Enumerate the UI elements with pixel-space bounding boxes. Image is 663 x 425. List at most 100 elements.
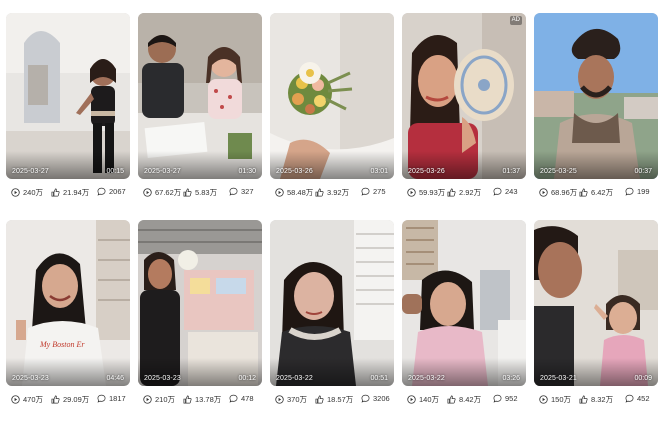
video-duration: 00:12 <box>238 375 256 382</box>
video-thumbnail[interactable]: 2025-03-22 00:51 <box>270 220 394 386</box>
video-date: 2025-03-23 <box>144 375 181 382</box>
comment-count: 452 <box>625 394 650 403</box>
comment-bubble-icon <box>625 187 634 196</box>
video-stats: 470万 29.09万 1817 <box>6 390 130 410</box>
like-count: 5.83万 <box>183 187 217 198</box>
video-date: 2025-03-27 <box>12 168 49 175</box>
video-duration: 03:26 <box>502 375 520 382</box>
play-count: 210万 <box>143 394 175 405</box>
video-grid: 2025-03-27 00:15 240万 21.94万 2067 2025-0… <box>0 0 663 425</box>
thumbs-up-icon <box>315 395 324 404</box>
thumbs-up-icon <box>315 188 324 197</box>
thumbs-up-icon <box>447 395 456 404</box>
video-stats: 59.93万 2.92万 243 <box>402 183 526 203</box>
video-thumbnail[interactable]: My Boston Er 2025-03-23 04:46 <box>6 220 130 386</box>
play-count: 470万 <box>11 394 43 405</box>
video-thumbnail[interactable]: 2025-03-21 00:09 <box>534 220 658 386</box>
play-count: 58.48万 <box>275 187 313 198</box>
thumbs-up-icon <box>579 188 588 197</box>
comment-bubble-icon <box>361 187 370 196</box>
video-stats: 140万 8.42万 952 <box>402 390 526 410</box>
comment-count: 952 <box>493 394 518 403</box>
play-circle-icon <box>539 395 548 404</box>
play-circle-icon <box>143 188 152 197</box>
video-stats: 150万 8.32万 452 <box>534 390 658 410</box>
comment-bubble-icon <box>229 394 238 403</box>
play-count: 67.62万 <box>143 187 181 198</box>
play-count: 150万 <box>539 394 571 405</box>
like-count: 6.42万 <box>579 187 613 198</box>
shirt-print-text: My Boston Er <box>40 340 85 349</box>
like-count: 2.92万 <box>447 187 481 198</box>
comment-count: 2067 <box>97 187 126 196</box>
play-count: 59.93万 <box>407 187 445 198</box>
video-date: 2025-03-22 <box>276 375 313 382</box>
play-circle-icon <box>143 395 152 404</box>
video-stats: 68.96万 6.42万 199 <box>534 183 658 203</box>
video-thumbnail[interactable]: 2025-03-22 03:26 <box>402 220 526 386</box>
play-count: 140万 <box>407 394 439 405</box>
like-count: 13.78万 <box>183 394 221 405</box>
video-stats: 240万 21.94万 2067 <box>6 183 130 203</box>
video-date: 2025-03-26 <box>276 168 313 175</box>
play-count: 68.96万 <box>539 187 577 198</box>
play-circle-icon <box>539 188 548 197</box>
play-count: 240万 <box>11 187 43 198</box>
thumbs-up-icon <box>183 188 192 197</box>
video-card[interactable]: 2025-03-27 00:15 240万 21.94万 2067 <box>6 13 130 215</box>
video-card[interactable]: 2025-03-25 00:37 68.96万 6.42万 199 <box>534 13 658 215</box>
video-card[interactable]: 2025-03-23 00:12 210万 13.78万 478 <box>138 220 262 422</box>
video-duration: 01:30 <box>238 168 256 175</box>
comment-bubble-icon <box>625 394 634 403</box>
comment-bubble-icon <box>97 187 106 196</box>
like-count: 18.57万 <box>315 394 353 405</box>
like-count: 3.92万 <box>315 187 349 198</box>
comment-count: 1817 <box>97 394 126 403</box>
video-thumbnail[interactable]: AD 2025-03-26 01:37 <box>402 13 526 179</box>
video-duration: 04:46 <box>106 375 124 382</box>
video-thumbnail[interactable]: 2025-03-25 00:37 <box>534 13 658 179</box>
play-circle-icon <box>407 395 416 404</box>
comment-bubble-icon <box>229 187 238 196</box>
comment-bubble-icon <box>493 394 502 403</box>
comment-count: 3206 <box>361 394 390 403</box>
video-date: 2025-03-26 <box>408 168 445 175</box>
video-thumbnail[interactable]: 2025-03-26 03:01 <box>270 13 394 179</box>
video-date: 2025-03-27 <box>144 168 181 175</box>
video-date: 2025-03-21 <box>540 375 577 382</box>
video-card[interactable]: 2025-03-26 03:01 58.48万 3.92万 275 <box>270 13 394 215</box>
video-duration: 00:37 <box>634 168 652 175</box>
video-stats: 210万 13.78万 478 <box>138 390 262 410</box>
thumbs-up-icon <box>579 395 588 404</box>
thumbs-up-icon <box>51 395 60 404</box>
like-count: 8.32万 <box>579 394 613 405</box>
comment-count: 199 <box>625 187 650 196</box>
video-card[interactable]: 2025-03-27 01:30 67.62万 5.83万 327 <box>138 13 262 215</box>
video-card[interactable]: 2025-03-22 00:51 370万 18.57万 3206 <box>270 220 394 422</box>
comment-bubble-icon <box>97 394 106 403</box>
video-thumbnail[interactable]: 2025-03-27 00:15 <box>6 13 130 179</box>
comment-count: 327 <box>229 187 254 196</box>
video-card[interactable]: My Boston Er 2025-03-23 04:46 470万 29.09… <box>6 220 130 422</box>
thumbs-up-icon <box>447 188 456 197</box>
video-card[interactable]: 2025-03-21 00:09 150万 8.32万 452 <box>534 220 658 422</box>
video-card[interactable]: 2025-03-22 03:26 140万 8.42万 952 <box>402 220 526 422</box>
thumbs-up-icon <box>51 188 60 197</box>
play-circle-icon <box>275 395 284 404</box>
video-thumbnail[interactable]: 2025-03-27 01:30 <box>138 13 262 179</box>
video-duration: 00:09 <box>634 375 652 382</box>
play-circle-icon <box>275 188 284 197</box>
comment-count: 478 <box>229 394 254 403</box>
like-count: 8.42万 <box>447 394 481 405</box>
play-count: 370万 <box>275 394 307 405</box>
play-circle-icon <box>11 188 20 197</box>
comment-count: 243 <box>493 187 518 196</box>
video-thumbnail[interactable]: 2025-03-23 00:12 <box>138 220 262 386</box>
thumbs-up-icon <box>183 395 192 404</box>
comment-count: 275 <box>361 187 386 196</box>
video-duration: 00:15 <box>106 168 124 175</box>
video-duration: 01:37 <box>502 168 520 175</box>
ad-badge: AD <box>509 16 522 25</box>
video-duration: 03:01 <box>370 168 388 175</box>
video-card[interactable]: AD 2025-03-26 01:37 59.93万 2.92万 243 <box>402 13 526 215</box>
